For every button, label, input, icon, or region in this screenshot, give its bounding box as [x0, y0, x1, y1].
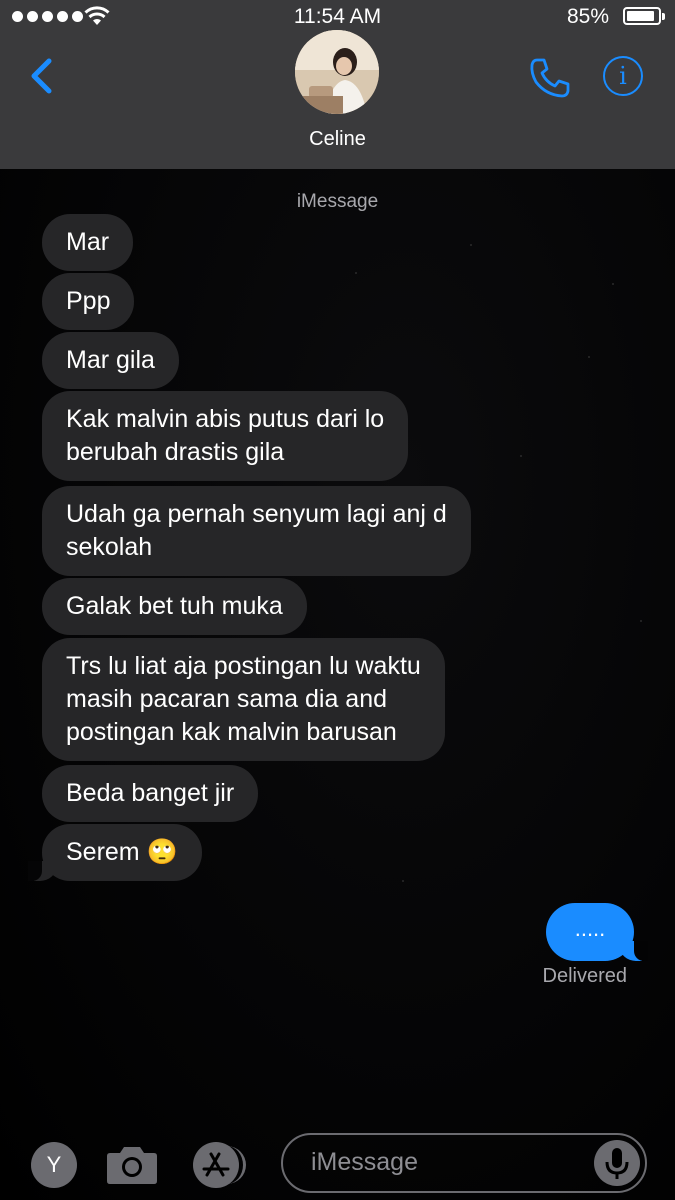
microphone-icon [605, 1148, 629, 1179]
background-speck [355, 272, 357, 274]
info-icon: i [619, 62, 627, 90]
incoming-message[interactable]: Udah ga pernah senyum lagi anj d sekolah [42, 486, 471, 576]
app-store-icon [202, 1152, 230, 1177]
message-text: Trs lu liat aja postingan lu waktu masih… [66, 652, 421, 746]
incoming-message[interactable]: Mar gila [42, 332, 179, 389]
messages-screen: 11:54 AM 85% Celine i iMessage Mar Ppp M… [0, 0, 675, 1200]
conversation-header: 11:54 AM 85% Celine i [0, 0, 675, 169]
message-input-placeholder: iMessage [311, 1148, 418, 1176]
apps-drawer-icon: Y [46, 1152, 62, 1177]
incoming-message[interactable]: Trs lu liat aja postingan lu waktu masih… [42, 638, 445, 761]
message-text: Mar [66, 228, 110, 256]
incoming-message[interactable]: Galak bet tuh muka [42, 578, 307, 635]
outgoing-message[interactable]: ..... [546, 903, 648, 961]
message-input[interactable]: iMessage [281, 1133, 647, 1193]
apps-drawer-button[interactable]: Y [31, 1142, 77, 1188]
back-button[interactable] [24, 54, 64, 98]
background-speck [470, 244, 472, 246]
message-text: Mar gila [66, 346, 155, 374]
background-speck [402, 880, 404, 882]
contact-avatar[interactable] [295, 30, 379, 114]
status-bar: 11:54 AM 85% [0, 0, 675, 34]
incoming-message[interactable]: Kak malvin abis putus dari lo berubah dr… [42, 391, 409, 481]
incoming-message[interactable]: Mar [42, 214, 134, 271]
background-speck [588, 356, 590, 358]
incoming-message[interactable]: Beda banget jir [42, 765, 259, 822]
battery-icon [623, 7, 665, 25]
background-speck [520, 455, 522, 457]
delivery-status: Delivered [542, 965, 627, 987]
camera-icon[interactable] [106, 1143, 158, 1185]
app-store-button[interactable] [193, 1142, 246, 1188]
background-speck [640, 620, 642, 622]
message-text: Udah ga pernah senyum lagi anj d sekolah [66, 500, 447, 561]
message-text: Serem 🙄 [66, 838, 178, 866]
message-text: Ppp [66, 287, 111, 315]
background-speck [612, 283, 614, 285]
message-text: ..... [574, 916, 606, 941]
message-text: Galak bet tuh muka [66, 592, 283, 620]
message-text: Kak malvin abis putus dari lo berubah dr… [66, 405, 385, 466]
avatar-photo [295, 30, 379, 114]
incoming-message[interactable]: Serem 🙄 [28, 824, 202, 881]
service-label: iMessage [296, 191, 379, 212]
phone-icon[interactable] [527, 55, 573, 101]
compose-bar: Y iMessage [0, 1125, 675, 1200]
dictation-button[interactable] [594, 1140, 640, 1186]
contact-name[interactable]: Celine [0, 128, 675, 151]
battery-percentage: 85% [566, 5, 609, 28]
incoming-message[interactable]: Ppp [42, 273, 135, 330]
message-text: Beda banget jir [66, 779, 235, 807]
info-button[interactable]: i [603, 56, 643, 96]
